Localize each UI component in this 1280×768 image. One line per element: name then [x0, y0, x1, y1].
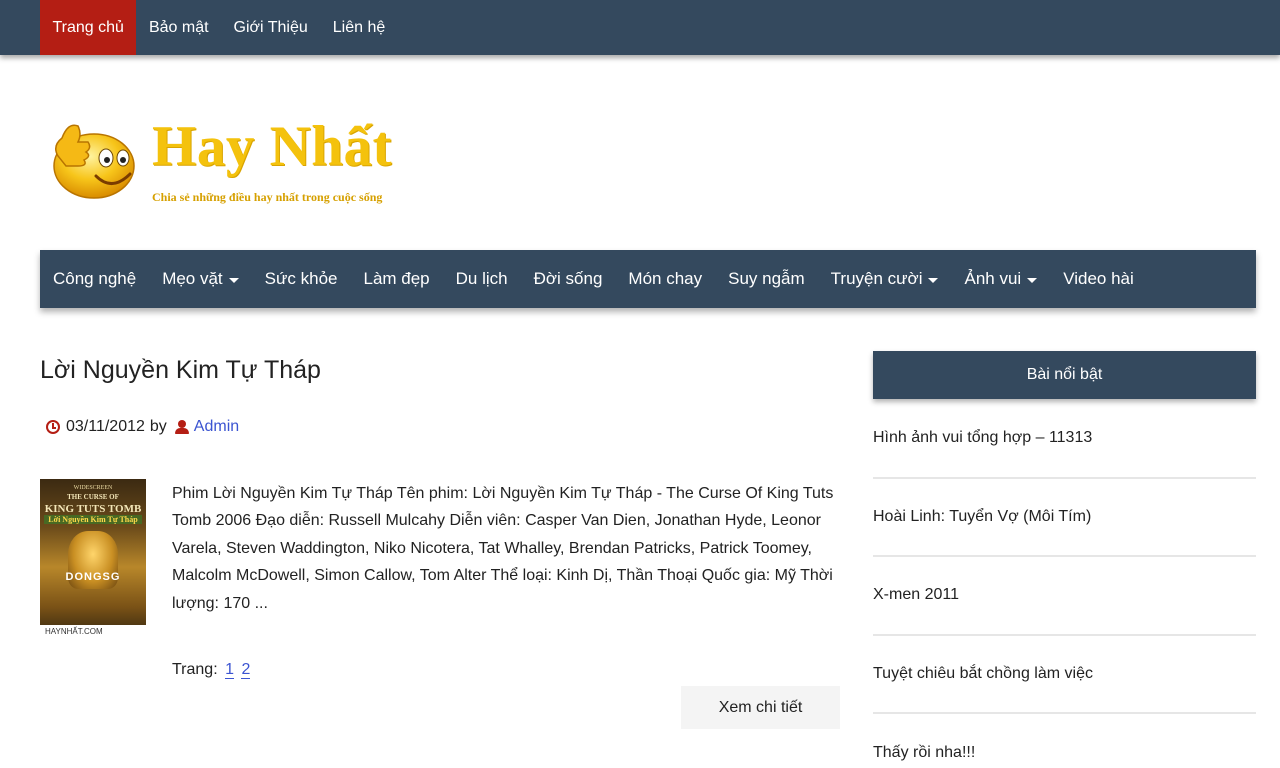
pagination: Trang: 1 2 [172, 661, 251, 679]
main-nav-list: Công nghệ Mẹo vặt Sức khỏe Làm đẹp Du lịch Đờ… [40, 250, 1256, 308]
top-nav-item-home[interactable]: Trang chủ [40, 0, 137, 55]
post-thumbnail[interactable]: WIDESCREEN THE CURSE OF KING TUTS TOMB L… [40, 479, 146, 639]
thumbnail-watermark: DONGSG [65, 571, 121, 583]
main-nav-item-label: Đời sống [533, 269, 603, 288]
post-date: 03/11/2012 [66, 418, 145, 435]
top-nav-list: Trang chủ Bảo mật Giới Thiệu Liên hệ [40, 0, 398, 55]
thumbnail-title-line1: THE CURSE OF [67, 493, 119, 501]
featured-posts-list: Hình ảnh vui tổng hợp – 11313 Hoài Linh:… [873, 400, 1256, 768]
main-nav-item[interactable]: Ảnh vui [951, 250, 1050, 308]
thumbs-up-smiley-icon [53, 124, 135, 199]
post-author-link[interactable]: Admin [194, 418, 239, 436]
pagination-label: Trang: [172, 661, 218, 678]
main-nav-item-label: Công nghệ [53, 269, 137, 288]
caret-down-icon [1027, 277, 1038, 283]
main-nav-item[interactable]: Sức khỏe [252, 250, 351, 308]
site-logo[interactable]: Hay Nhất Chia sẻ những điều hay nhất tro… [48, 108, 438, 208]
main-nav-item[interactable]: Truyện cười [818, 250, 952, 308]
post-excerpt: Phim Lời Nguyền Kim Tự Tháp Tên phim: Lờ… [172, 485, 834, 612]
main-nav-item[interactable]: Du lịch [443, 250, 521, 308]
user-icon [174, 420, 189, 434]
caret-down-icon [228, 277, 239, 283]
main-nav-item-label: Mẹo vặt [162, 269, 223, 288]
main-nav-item-label: Video hài [1063, 269, 1134, 288]
featured-post-item[interactable]: Tuyệt chiêu bắt chồng làm việc [873, 636, 1256, 714]
main-nav-item-label: Làm đẹp [363, 269, 430, 288]
logo-title: Hay Nhất [152, 115, 392, 178]
main-nav-item-label: Món chay [628, 269, 703, 288]
main-nav-item-label: Du lịch [455, 269, 508, 288]
post-by: by [149, 418, 167, 435]
top-nav-item-about[interactable]: Giới Thiệu [221, 0, 320, 55]
main-nav-item-label: Sức khỏe [264, 269, 338, 288]
main-nav-item[interactable]: Công nghệ [40, 250, 149, 308]
main-nav-item[interactable]: Video hài [1050, 250, 1147, 308]
thumbnail-title: THE CURSE OF KING TUTS TOMB [40, 491, 146, 515]
main-nav-item[interactable]: Làm đẹp [350, 250, 442, 308]
main-nav-item[interactable]: Mẹo vặt [149, 250, 251, 308]
main-nav-item[interactable]: Suy ngẫm [715, 250, 818, 308]
featured-post-item[interactable]: Thấy rồi nha!!! [873, 714, 1256, 768]
top-nav-item-contact[interactable]: Liên hệ [320, 0, 398, 55]
thumbnail-vi-title: Lời Nguyền Kim Tự Tháp [44, 515, 142, 524]
featured-post-item[interactable]: Hoài Linh: Tuyển Vợ (Môi Tím) [873, 479, 1256, 557]
main-navigation: Công nghệ Mẹo vặt Sức khỏe Làm đẹp Du lịch Đờ… [40, 250, 1256, 308]
main-nav-item-label: Ảnh vui [964, 269, 1022, 288]
featured-post-item[interactable]: X-men 2011 [873, 557, 1256, 636]
caret-down-icon [928, 277, 939, 283]
main-nav-item-label: Truyện cười [830, 269, 923, 288]
read-more-button[interactable]: Xem chi tiết [681, 686, 840, 729]
featured-posts-heading: Bài nổi bật [873, 351, 1256, 399]
post-meta: 03/11/2012 by Admin [46, 418, 239, 436]
main-nav-item-label: Suy ngẫm [728, 269, 805, 288]
pagination-page-2[interactable]: 2 [241, 661, 251, 679]
thumbnail-footer: HAYNHẤT.COM [40, 625, 146, 639]
main-nav-item[interactable]: Món chay [615, 250, 715, 308]
clock-icon [46, 420, 60, 434]
pagination-page-1[interactable]: 1 [225, 661, 235, 679]
thumbnail-title-line2: KING TUTS TOMB [44, 503, 142, 515]
main-nav-item[interactable]: Đời sống [521, 250, 616, 308]
top-nav-item-security[interactable]: Bảo mật [136, 0, 221, 55]
top-navigation: Trang chủ Bảo mật Giới Thiệu Liên hệ [0, 0, 1280, 55]
post-title[interactable]: Lời Nguyền Kim Tự Tháp [40, 356, 321, 385]
logo-tagline: Chia sẻ những điều hay nhất trong cuộc s… [152, 190, 383, 204]
featured-post-item[interactable]: Hình ảnh vui tổng hợp – 11313 [873, 400, 1256, 479]
